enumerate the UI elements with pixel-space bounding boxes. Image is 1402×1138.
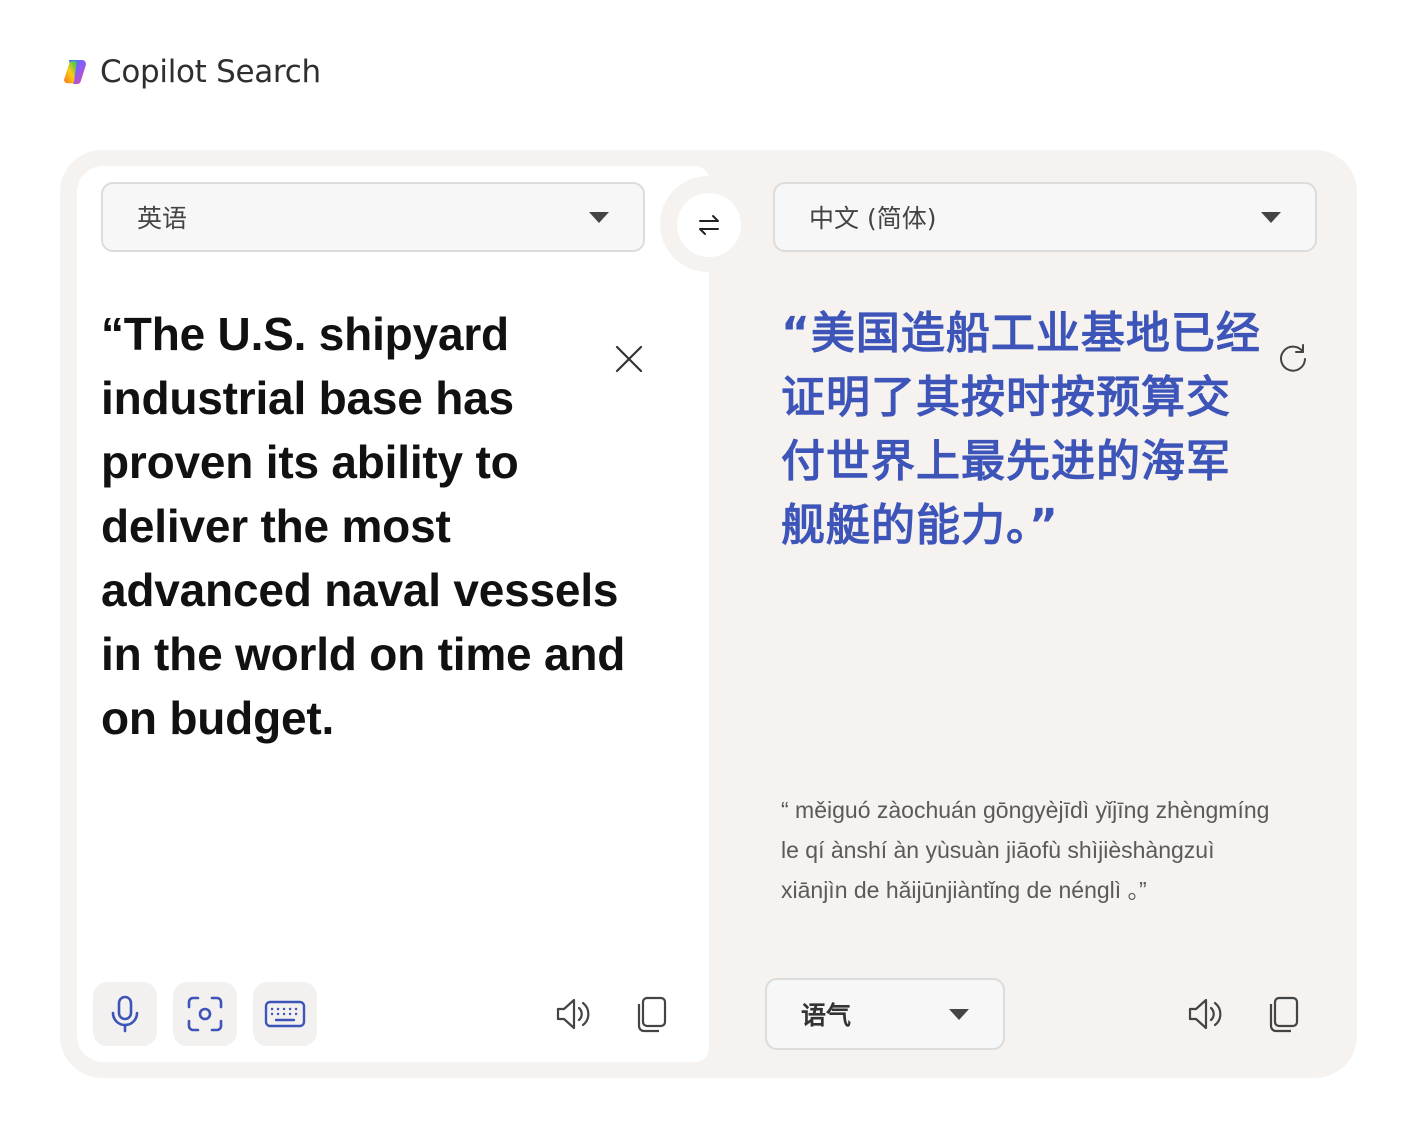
swap-languages-button[interactable] <box>677 193 741 257</box>
brand[interactable]: Copilot Search <box>60 52 321 92</box>
refresh-icon <box>1280 344 1306 372</box>
keyboard-button[interactable] <box>253 982 317 1046</box>
target-language-select[interactable]: 中文 (简体) <box>773 182 1317 252</box>
microphone-button[interactable] <box>93 982 157 1046</box>
source-speaker-button[interactable] <box>547 988 599 1040</box>
close-icon <box>615 345 643 373</box>
source-text[interactable]: “The U.S. shipyard industrial base has p… <box>101 302 641 750</box>
source-language-select[interactable]: 英语 <box>101 182 645 252</box>
speaker-icon <box>1188 998 1222 1030</box>
chevron-down-icon <box>1261 211 1281 223</box>
swap-arrows-icon <box>699 215 719 235</box>
camera-scan-icon <box>187 996 223 1032</box>
source-language-label: 英语 <box>137 204 188 233</box>
clear-text-button[interactable] <box>610 340 648 378</box>
keyboard-icon <box>264 1000 306 1028</box>
target-language-label: 中文 (简体) <box>809 204 937 233</box>
tone-label: 语气 <box>801 1001 852 1030</box>
copy-icon <box>1269 996 1299 1033</box>
brand-title: Copilot Search <box>100 54 321 90</box>
camera-button[interactable] <box>173 982 237 1046</box>
chevron-down-icon <box>589 211 609 223</box>
refresh-translation-button[interactable] <box>1274 340 1312 378</box>
target-speaker-button[interactable] <box>1179 988 1231 1040</box>
microphone-icon <box>111 995 139 1033</box>
target-copy-button[interactable] <box>1259 988 1311 1040</box>
chevron-down-icon <box>949 1008 969 1020</box>
tone-select[interactable]: 语气 <box>765 978 1005 1050</box>
translated-text: “美国造船工业基地已经证明了其按时按预算交付世界上最先进的海军舰艇的能力。” <box>781 308 1261 551</box>
copilot-logo-icon <box>64 60 86 84</box>
copy-icon <box>637 996 667 1033</box>
pinyin-text: “ měiguó zàochuán gōngyèjīdì yǐjīng zhèn… <box>781 797 1270 903</box>
source-copy-button[interactable] <box>627 988 679 1040</box>
speaker-icon <box>556 998 590 1030</box>
